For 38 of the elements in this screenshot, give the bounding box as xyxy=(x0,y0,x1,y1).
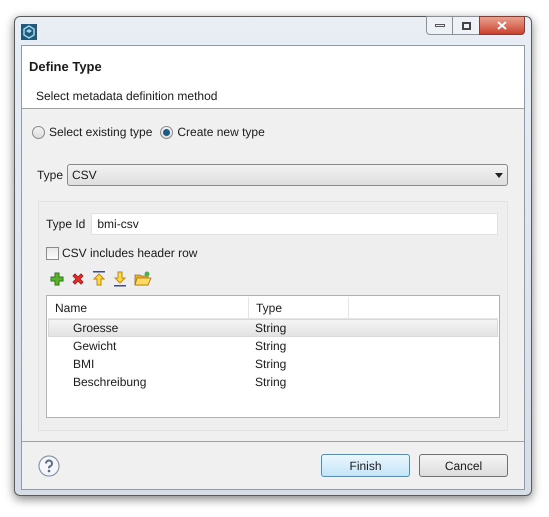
table-cell-text: String xyxy=(254,320,286,337)
table-cell-text: BMI xyxy=(72,356,96,373)
type-id-field[interactable]: bmi-csv xyxy=(91,213,498,235)
cancel-button[interactable]: Cancel xyxy=(419,454,508,477)
column-header[interactable]: Type xyxy=(249,297,349,318)
checkbox[interactable] xyxy=(46,246,59,260)
page-subtitle: Select metadata definition method xyxy=(36,88,218,104)
type-id-label: Type Id xyxy=(46,216,86,233)
table-cell-text: Groesse xyxy=(72,320,120,337)
table-cell-text: String xyxy=(254,338,286,355)
minimize-button[interactable] xyxy=(426,16,453,35)
table-row[interactable]: BMI String xyxy=(48,355,498,373)
radio-option[interactable]: Create new type xyxy=(160,123,265,141)
app-logo-icon xyxy=(21,24,37,40)
move-up-icon[interactable] xyxy=(92,271,106,287)
checkbox-label: CSV includes header row xyxy=(62,245,198,262)
page-title: Define Type xyxy=(29,58,103,76)
finish-button[interactable]: Finish xyxy=(321,454,410,477)
radio-option[interactable]: Select existing type xyxy=(32,123,152,141)
delete-icon[interactable] xyxy=(71,272,85,286)
table-cell-text: String xyxy=(254,374,286,391)
maximize-button[interactable] xyxy=(453,16,479,35)
type-label: Type xyxy=(37,167,64,184)
dropdown-arrow-icon xyxy=(495,172,503,178)
folder-icon[interactable] xyxy=(134,271,152,287)
help-icon[interactable] xyxy=(38,454,60,476)
close-icon xyxy=(497,21,507,30)
type-dropdown[interactable]: CSV xyxy=(67,164,508,186)
table-cell-text: String xyxy=(254,356,286,373)
table-row[interactable]: Groesse String xyxy=(48,319,498,337)
column-header[interactable]: Name xyxy=(48,297,249,318)
plus-icon[interactable] xyxy=(50,272,64,286)
table-row[interactable]: Beschreibung String xyxy=(48,373,498,391)
table-cell-text: Gewicht xyxy=(72,338,118,355)
table-row[interactable]: Gewicht String xyxy=(48,337,498,355)
close-button[interactable] xyxy=(479,16,525,35)
move-down-icon[interactable] xyxy=(113,271,127,287)
table-cell-text: Beschreibung xyxy=(72,374,148,391)
